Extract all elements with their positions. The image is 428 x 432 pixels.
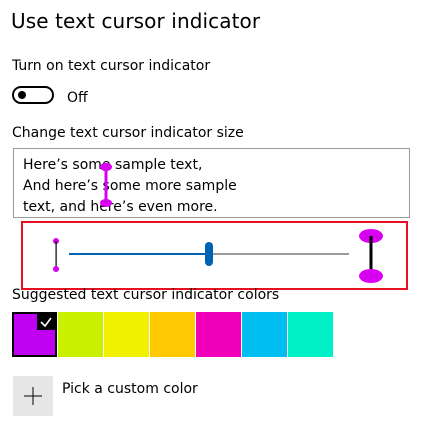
- color-swatch-2[interactable]: [58, 312, 103, 357]
- toggle-state-text: Off: [67, 90, 88, 106]
- slider-track: [209, 253, 349, 255]
- sample-text-preview: Here’s some sample text, And here’s some…: [13, 148, 410, 218]
- small-cursor-icon: [53, 238, 59, 272]
- text-cursor-indicator-toggle[interactable]: [12, 86, 54, 104]
- color-swatch-4[interactable]: [150, 312, 195, 357]
- page-title: Use text cursor indicator: [11, 9, 261, 33]
- large-cursor-icon: [359, 229, 383, 283]
- cursor-size-slider-panel: [21, 221, 408, 290]
- slider-fill: [69, 253, 209, 255]
- color-swatch-1[interactable]: [12, 312, 57, 357]
- toggle-knob: [18, 91, 26, 99]
- pick-custom-color-button[interactable]: [13, 376, 53, 416]
- slider-thumb[interactable]: [205, 242, 213, 266]
- color-swatch-3[interactable]: [104, 312, 149, 357]
- preview-line-2: And here’s some more sample: [23, 178, 237, 194]
- size-label: Change text cursor indicator size: [12, 125, 244, 141]
- preview-cursor-indicator-icon: [100, 163, 112, 207]
- check-icon: [37, 314, 55, 330]
- color-swatch-7[interactable]: [288, 312, 333, 357]
- toggle-label: Turn on text cursor indicator: [12, 58, 211, 74]
- color-swatch-row: [12, 312, 334, 357]
- colors-label: Suggested text cursor indicator colors: [12, 287, 280, 303]
- plus-icon: [24, 387, 42, 405]
- color-swatch-5[interactable]: [196, 312, 241, 357]
- color-swatch-6[interactable]: [242, 312, 287, 357]
- cursor-size-slider[interactable]: [69, 242, 349, 266]
- pick-custom-color-label[interactable]: Pick a custom color: [62, 381, 198, 397]
- preview-line-3: text, and here’s even more.: [23, 199, 218, 215]
